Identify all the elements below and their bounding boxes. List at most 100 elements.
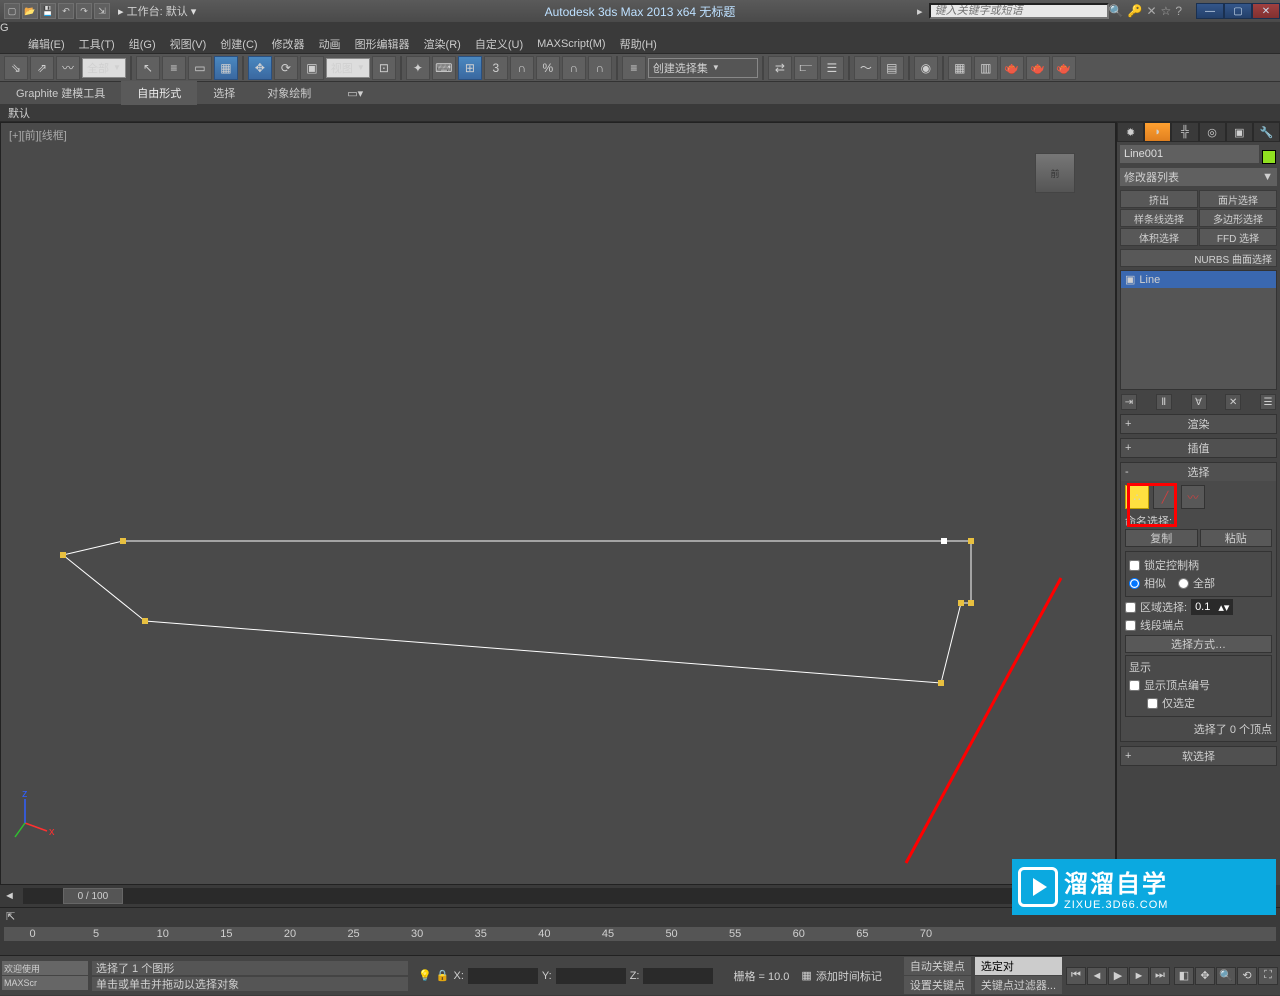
redo-icon[interactable]: ↷ — [76, 3, 92, 19]
menu-animation[interactable]: 动画 — [319, 36, 341, 52]
select-link-icon[interactable]: ⇘ — [4, 56, 28, 80]
mod-ffdsel-button[interactable]: FFD 选择 — [1199, 228, 1277, 246]
viewcube[interactable]: 前 — [1035, 153, 1075, 193]
cmd-tab-motion-icon[interactable]: ◎ — [1199, 122, 1226, 142]
bind-spacewarp-icon[interactable]: 〰 — [56, 56, 80, 80]
select-by-button[interactable]: 选择方式… — [1125, 635, 1272, 653]
select-rotate-icon[interactable]: ⟳ — [274, 56, 298, 80]
viewport-label[interactable]: [+][前][线框] — [9, 127, 67, 143]
menu-customize[interactable]: 自定义(U) — [475, 36, 523, 52]
search-input[interactable] — [929, 3, 1109, 19]
mirror2-icon[interactable]: ⇄ — [768, 56, 792, 80]
binoculars-icon[interactable]: 🔍 — [1109, 4, 1124, 18]
window-crossing-icon[interactable]: ▦ — [214, 56, 238, 80]
ribbon-dropdown-icon[interactable]: ▭▾ — [347, 87, 363, 100]
select-scale-icon[interactable]: ▣ — [300, 56, 324, 80]
stack-item-line[interactable]: Line — [1139, 274, 1160, 286]
object-name-input[interactable]: Line001 — [1120, 145, 1259, 163]
select-object-icon[interactable]: ↖ — [136, 56, 160, 80]
time-tag-icon[interactable]: ▦ — [801, 969, 811, 982]
nav-orbit-icon[interactable]: ⟲ — [1237, 967, 1257, 985]
edit-named-sel-icon[interactable]: ∩ — [562, 56, 586, 80]
nav-pan-icon[interactable]: ✥ — [1195, 967, 1215, 985]
app-logo-icon[interactable]: G — [0, 22, 1280, 34]
save-icon[interactable]: 💾 — [40, 3, 56, 19]
time-slider-handle[interactable]: 0 / 100 — [63, 888, 123, 904]
schematic-view-icon[interactable]: ▤ — [880, 56, 904, 80]
lock-selection-icon[interactable]: 💡 — [418, 969, 432, 982]
segment-end-checkbox[interactable] — [1125, 620, 1136, 631]
select-move-icon[interactable]: ✥ — [248, 56, 272, 80]
rollout-interpolation-header[interactable]: +插值 — [1121, 439, 1276, 457]
copy-selection-button[interactable]: 复制 — [1125, 529, 1198, 547]
welcome-button[interactable]: 欢迎使用 — [2, 961, 88, 975]
render-last-icon[interactable]: 🫖 — [1052, 56, 1076, 80]
render-setup-icon[interactable]: ▦ — [948, 56, 972, 80]
track-ruler[interactable]: 0510 152025 303540 455055 606570 — [4, 927, 1276, 941]
goto-start-icon[interactable]: ⏮ — [1066, 967, 1086, 985]
help-icon[interactable]: ? — [1175, 4, 1182, 18]
snap-toggle-icon[interactable]: ⊞ — [458, 56, 482, 80]
stack-expand-icon[interactable]: ▣ — [1125, 273, 1135, 286]
selected-pair-dropdown[interactable]: 选定对 — [975, 957, 1062, 975]
curve-editor-icon[interactable]: 〜 — [854, 56, 878, 80]
paste-selection-button[interactable]: 粘贴 — [1200, 529, 1273, 547]
mod-nurbs-button[interactable]: NURBS 曲面选择 — [1120, 249, 1277, 267]
layers-icon[interactable]: ☰ — [820, 56, 844, 80]
menu-modifiers[interactable]: 修改器 — [272, 36, 305, 52]
mod-splinesel-button[interactable]: 样条线选择 — [1120, 209, 1198, 227]
select-by-name-icon[interactable]: ≡ — [162, 56, 186, 80]
maxscript-button[interactable]: MAXScr — [2, 976, 88, 990]
unlink-icon[interactable]: ⇗ — [30, 56, 54, 80]
menu-maxscript[interactable]: MAXScript(M) — [537, 38, 605, 50]
coord-z-field[interactable] — [643, 968, 713, 984]
menu-views[interactable]: 视图(V) — [170, 36, 207, 52]
subobj-segment-button[interactable]: ╱ — [1153, 485, 1177, 509]
configure-sets-icon[interactable]: ☰ — [1260, 394, 1276, 410]
selection-filter-dropdown[interactable]: 全部▼ — [82, 58, 126, 78]
workspace-label[interactable]: 工作台: 默认 — [127, 6, 188, 18]
coord-x-field[interactable] — [468, 968, 538, 984]
menu-group[interactable]: 组(G) — [129, 36, 156, 52]
key-icon[interactable]: 🔑 — [1128, 4, 1143, 18]
mod-patchsel-button[interactable]: 面片选择 — [1199, 190, 1277, 208]
modifier-stack[interactable]: ▣ Line — [1120, 270, 1277, 390]
object-color-swatch[interactable] — [1262, 150, 1276, 164]
prev-frame-icon[interactable]: ◄ — [1087, 967, 1107, 985]
coord-y-field[interactable] — [556, 968, 626, 984]
remove-modifier-icon[interactable]: ✕ — [1225, 394, 1241, 410]
cmd-tab-utilities-icon[interactable]: 🔧 — [1253, 122, 1280, 142]
infocenter-chevron-icon[interactable]: ▸ — [917, 5, 923, 18]
cmd-tab-hierarchy-icon[interactable]: ╬ — [1171, 122, 1198, 142]
render-production-icon[interactable]: 🫖 — [1000, 56, 1024, 80]
ref-coord-dropdown[interactable]: 视图▼ — [326, 58, 370, 78]
play-icon[interactable]: ▶ — [1108, 967, 1128, 985]
select-manipulate-icon[interactable]: ✦ — [406, 56, 430, 80]
menu-rendering[interactable]: 渲染(R) — [424, 36, 461, 52]
nav-maximize-icon[interactable]: ⛶ — [1258, 967, 1278, 985]
nav-zoom-icon[interactable]: 🔍 — [1216, 967, 1236, 985]
percent-snap-icon[interactable]: ∩ — [510, 56, 534, 80]
subobj-spline-button[interactable]: 〰 — [1181, 485, 1205, 509]
close-button[interactable]: ✕ — [1252, 3, 1280, 19]
lock-icon[interactable]: 🔒 — [436, 969, 450, 982]
mirror-icon[interactable]: ∩ — [588, 56, 612, 80]
add-time-tag-label[interactable]: 添加时间标记 — [816, 968, 882, 984]
trackbar-toggle-icon[interactable]: ⇱ — [6, 910, 15, 923]
favorite-icon[interactable]: ☆ — [1161, 4, 1172, 18]
menu-tools[interactable]: 工具(T) — [79, 36, 115, 52]
rollout-soft-selection-header[interactable]: +软选择 — [1121, 747, 1276, 765]
cmd-tab-display-icon[interactable]: ▣ — [1226, 122, 1253, 142]
similar-radio[interactable] — [1129, 578, 1140, 589]
ribbon-tab-graphite[interactable]: Graphite 建模工具 — [0, 81, 121, 105]
open-icon[interactable]: 📂 — [22, 3, 38, 19]
auto-key-button[interactable]: 自动关键点 — [904, 957, 971, 975]
maximize-button[interactable]: ▢ — [1224, 3, 1252, 19]
slider-left-icon[interactable]: ◄ — [0, 890, 19, 902]
ribbon-tab-selection[interactable]: 选择 — [197, 81, 251, 105]
region-value-spinner[interactable]: 0.1 — [1191, 601, 1214, 613]
make-unique-icon[interactable]: ∀ — [1191, 394, 1207, 410]
only-selected-checkbox[interactable] — [1147, 698, 1158, 709]
mod-extrude-button[interactable]: 挤出 — [1120, 190, 1198, 208]
menu-edit[interactable]: 编辑(E) — [28, 36, 65, 52]
